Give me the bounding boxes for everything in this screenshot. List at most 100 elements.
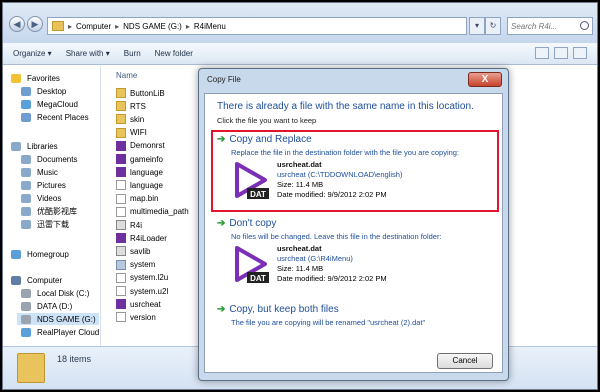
column-header-name[interactable]: Name — [116, 71, 137, 80]
file-row[interactable]: RTS — [116, 100, 146, 112]
forward-icon[interactable]: ▶ — [27, 16, 43, 32]
file-row[interactable]: language — [116, 166, 163, 178]
close-button[interactable]: X — [468, 72, 502, 87]
cancel-button[interactable]: Cancel — [437, 353, 493, 369]
breadcrumb-nds-game[interactable]: NDS GAME (G:) — [123, 22, 182, 31]
option-title: Don't copy — [229, 218, 277, 229]
address-dropdown-icon[interactable]: ▾ — [469, 17, 485, 35]
sidebar-item-local-disk[interactable]: Local Disk (C:) — [21, 287, 89, 299]
file-row[interactable]: system.u2l — [116, 285, 168, 297]
preview-pane-icon[interactable] — [554, 47, 568, 59]
file-name: language — [130, 180, 163, 190]
sidebar-item-computer[interactable]: Computer — [11, 274, 62, 286]
sidebar-label: NDS GAME (G:) — [37, 314, 96, 324]
burn-button[interactable]: Burn — [124, 49, 141, 58]
file-date: Date modified: 9/9/2012 2:02 PM — [277, 190, 387, 199]
item-count: 18 items — [57, 354, 92, 364]
file-row[interactable]: gameinfo — [116, 153, 163, 165]
refresh-icon[interactable]: ↻ — [485, 17, 501, 35]
file-row[interactable]: system — [116, 259, 155, 271]
navigation-pane: Favorites Desktop MegaCloud Recent Place… — [3, 66, 101, 346]
folder-icon — [52, 21, 64, 31]
file-name: usrcheat.dat — [277, 160, 322, 169]
file-row[interactable]: usrcheat — [116, 298, 161, 310]
arrow-icon: ➔ — [217, 218, 226, 229]
sidebar-item-videos[interactable]: Videos — [21, 192, 61, 204]
keep-both-option[interactable]: ➔ Copy, but keep both files The file you … — [211, 304, 497, 334]
file-name: skin — [130, 114, 145, 124]
new-folder-button[interactable]: New folder — [155, 49, 193, 58]
file-name: system.l2u — [130, 273, 169, 283]
sidebar-item-megacloud[interactable]: MegaCloud — [21, 98, 78, 110]
realplayer-cloud-icon — [21, 327, 31, 337]
sidebar-label: Favorites — [27, 73, 60, 83]
drive-icon — [21, 314, 31, 324]
view-options-icon[interactable] — [535, 47, 549, 59]
documents-icon — [21, 154, 31, 164]
file-name: gameinfo — [130, 154, 163, 164]
copy-and-replace-option[interactable]: ➔ Copy and Replace Replace the file in th… — [211, 130, 499, 212]
sidebar-item-xunlei[interactable]: 迅雷下载 — [21, 218, 69, 230]
back-icon[interactable]: ◀ — [9, 16, 25, 32]
file-row[interactable]: WIFI — [116, 127, 147, 139]
file-row[interactable]: version — [116, 311, 156, 323]
file-size: Size: 11.4 MB — [277, 180, 324, 189]
file-name: version — [130, 312, 156, 322]
sidebar-item-data[interactable]: DATA (D:) — [21, 300, 72, 312]
sidebar-item-music[interactable]: Music — [21, 166, 58, 178]
share-with-button[interactable]: Share with ▾ — [66, 49, 110, 58]
sidebar-item-homegroup[interactable]: Homegroup — [11, 248, 69, 260]
option-description: The file you are copying will be renamed… — [231, 318, 426, 327]
file-row[interactable]: R4i — [116, 219, 142, 231]
sidebar-label: Desktop — [37, 86, 67, 96]
dat-icon — [116, 246, 126, 257]
organize-button[interactable]: Organize ▾ — [13, 49, 52, 58]
dat-label: DAT — [250, 190, 266, 199]
sidebar-label: RealPlayer Cloud — [37, 327, 100, 337]
videos-icon — [21, 193, 31, 203]
address-bar[interactable]: ▸ Computer ▸ NDS GAME (G:) ▸ R4iMenu — [47, 17, 467, 35]
music-icon — [21, 167, 31, 177]
cloud-icon — [21, 99, 31, 109]
breadcrumb-r4imenu[interactable]: R4iMenu — [194, 22, 226, 31]
option-description: Replace the file in the destination fold… — [231, 148, 460, 157]
library-icon — [21, 206, 31, 216]
file-row[interactable]: ButtonLiB — [116, 87, 165, 99]
option-title: Copy and Replace — [229, 134, 312, 145]
sidebar-item-documents[interactable]: Documents — [21, 153, 77, 165]
search-input[interactable]: Search R4i... — [507, 17, 593, 35]
copy-file-dialog: Copy File X There is already a file with… — [198, 68, 509, 381]
sidebar-label: Local Disk (C:) — [37, 288, 90, 298]
file-row[interactable]: R4iLoader — [116, 232, 167, 244]
file-row[interactable]: savlib — [116, 245, 150, 257]
recent-places-icon — [21, 112, 31, 122]
sidebar-item-pictures[interactable]: Pictures — [21, 179, 66, 191]
sidebar-item-recent[interactable]: Recent Places — [21, 111, 89, 123]
sidebar-item-favorites[interactable]: Favorites — [11, 72, 60, 84]
nds-icon — [116, 140, 126, 151]
file-row[interactable]: multimedia_path — [116, 206, 189, 218]
file-row[interactable]: language — [116, 179, 163, 191]
drive-icon — [21, 288, 31, 298]
sidebar-item-realplayer[interactable]: RealPlayer Cloud — [21, 326, 99, 338]
nds-icon — [116, 233, 126, 244]
file-row[interactable]: system.l2u — [116, 272, 168, 284]
sidebar-label: Pictures — [37, 180, 66, 190]
help-icon[interactable] — [573, 47, 587, 59]
dat-label: DAT — [250, 274, 266, 283]
sidebar-item-libraries[interactable]: Libraries — [11, 140, 58, 152]
sidebar-item-nds-game[interactable]: NDS GAME (G:) — [17, 313, 99, 325]
file-row[interactable]: skin — [116, 113, 144, 125]
file-row[interactable]: Demonrst — [116, 140, 165, 152]
sidebar-label: Music — [37, 167, 58, 177]
breadcrumb-computer[interactable]: Computer — [76, 22, 111, 31]
sidebar-item-youku[interactable]: 优酷影视库 — [21, 205, 77, 217]
dat-file-icon: DAT — [231, 160, 271, 200]
img-icon — [116, 259, 126, 270]
sidebar-item-desktop[interactable]: Desktop — [21, 85, 66, 97]
file-row[interactable]: map.bin — [116, 193, 158, 205]
folder-icon — [17, 353, 45, 383]
dialog-heading: There is already a file with the same na… — [217, 101, 474, 112]
dont-copy-option[interactable]: ➔ Don't copy No files will be changed. Le… — [211, 218, 497, 284]
address-bar-area: ◀ ▶ ▸ Computer ▸ NDS GAME (G:) ▸ R4iMenu… — [3, 3, 597, 43]
